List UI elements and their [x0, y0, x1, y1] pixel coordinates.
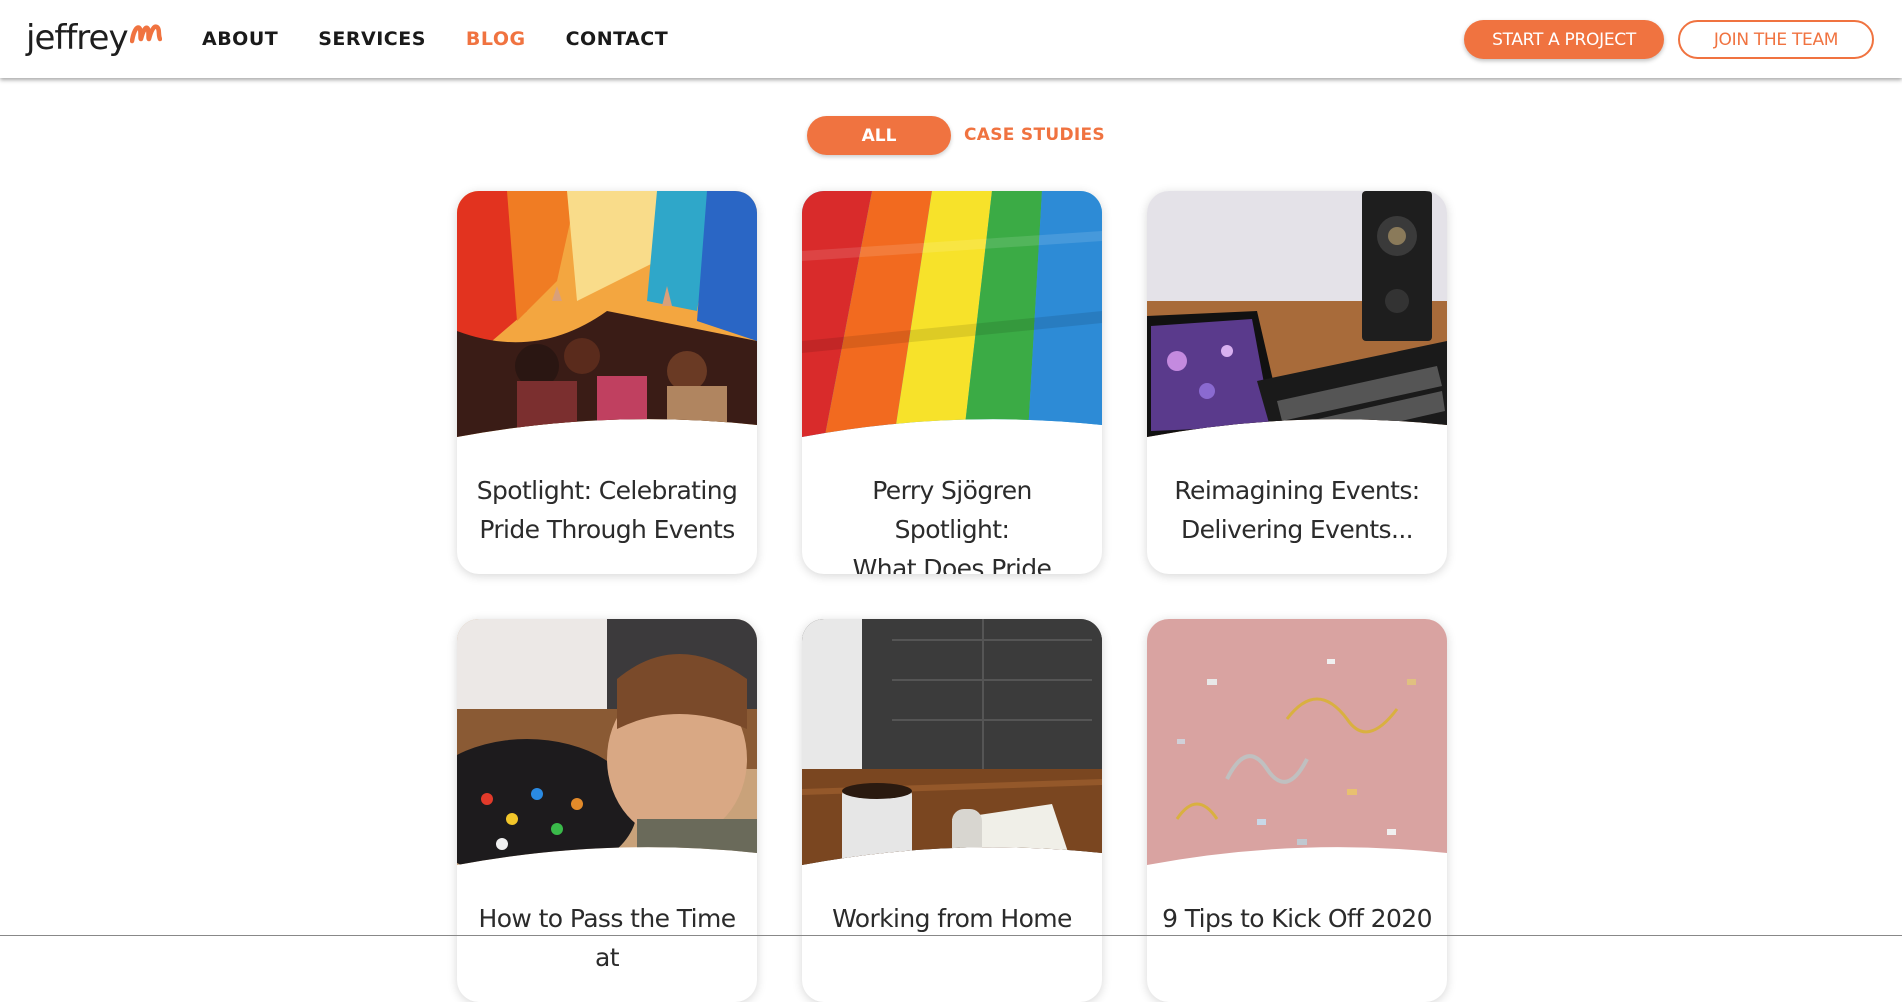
- nav-about[interactable]: ABOUT: [202, 28, 278, 50]
- blog-card-title[interactable]: Spotlight: Celebrating Pride Through Eve…: [471, 471, 743, 549]
- site-header: jeffrey ABOUT SERVICES BLOG CONTACT STAR…: [0, 0, 1902, 78]
- title-line-2: Delivering Events...: [1180, 515, 1414, 544]
- logo-wordmark: jeffrey: [26, 18, 129, 58]
- rainbow-flag-photo: [802, 191, 1102, 451]
- title-line-1: Perry Sjögren Spotlight:: [872, 476, 1032, 544]
- title-line-1: Working from Home: [832, 904, 1072, 933]
- blog-card[interactable]: Working from Home: [802, 619, 1102, 1002]
- nav-blog[interactable]: BLOG: [466, 28, 526, 50]
- nav-contact[interactable]: CONTACT: [566, 28, 669, 50]
- child-lego-photo: [457, 619, 757, 879]
- main-nav: ABOUT SERVICES BLOG CONTACT: [202, 0, 708, 78]
- blog-card[interactable]: How to Pass the Time at: [457, 619, 757, 1002]
- filter-case-studies-button[interactable]: CASE STUDIES: [964, 116, 1105, 155]
- title-line-1: Spotlight: Celebrating: [476, 476, 738, 505]
- blog-card-title[interactable]: How to Pass the Time at: [471, 899, 743, 977]
- title-line-2: Pride Through Events: [479, 515, 735, 544]
- blog-card[interactable]: Perry Sjögren Spotlight: What Does Pride…: [802, 191, 1102, 574]
- title-line-2: What Does Pride Mea...: [852, 554, 1052, 574]
- filter-all-button[interactable]: ALL: [807, 116, 951, 155]
- pride-crowd-photo: [457, 191, 757, 451]
- start-project-button[interactable]: START A PROJECT: [1464, 20, 1664, 59]
- blog-card-title[interactable]: Perry Sjögren Spotlight: What Does Pride…: [816, 471, 1088, 574]
- coffee-desk-photo: [802, 619, 1102, 879]
- blog-card[interactable]: Spotlight: Celebrating Pride Through Eve…: [457, 191, 757, 574]
- tablet-keyboard-photo: [1147, 191, 1447, 451]
- blog-card-title[interactable]: 9 Tips to Kick Off 2020: [1161, 899, 1433, 938]
- title-line-1: 9 Tips to Kick Off 2020: [1162, 904, 1432, 933]
- brand-logo[interactable]: jeffrey: [26, 14, 162, 58]
- blog-card-title[interactable]: Working from Home: [816, 899, 1088, 938]
- title-line-1: Reimagining Events:: [1174, 476, 1420, 505]
- title-line-1: How to Pass the Time at: [478, 904, 737, 972]
- join-team-button[interactable]: JOIN THE TEAM: [1678, 20, 1874, 59]
- confetti-photo: [1147, 619, 1447, 879]
- nav-services[interactable]: SERVICES: [318, 28, 426, 50]
- blog-card[interactable]: 9 Tips to Kick Off 2020: [1147, 619, 1447, 1002]
- blog-card-title[interactable]: Reimagining Events: Delivering Events...: [1161, 471, 1433, 549]
- m-swoosh-icon: [129, 21, 162, 50]
- blog-card[interactable]: Reimagining Events: Delivering Events...: [1147, 191, 1447, 574]
